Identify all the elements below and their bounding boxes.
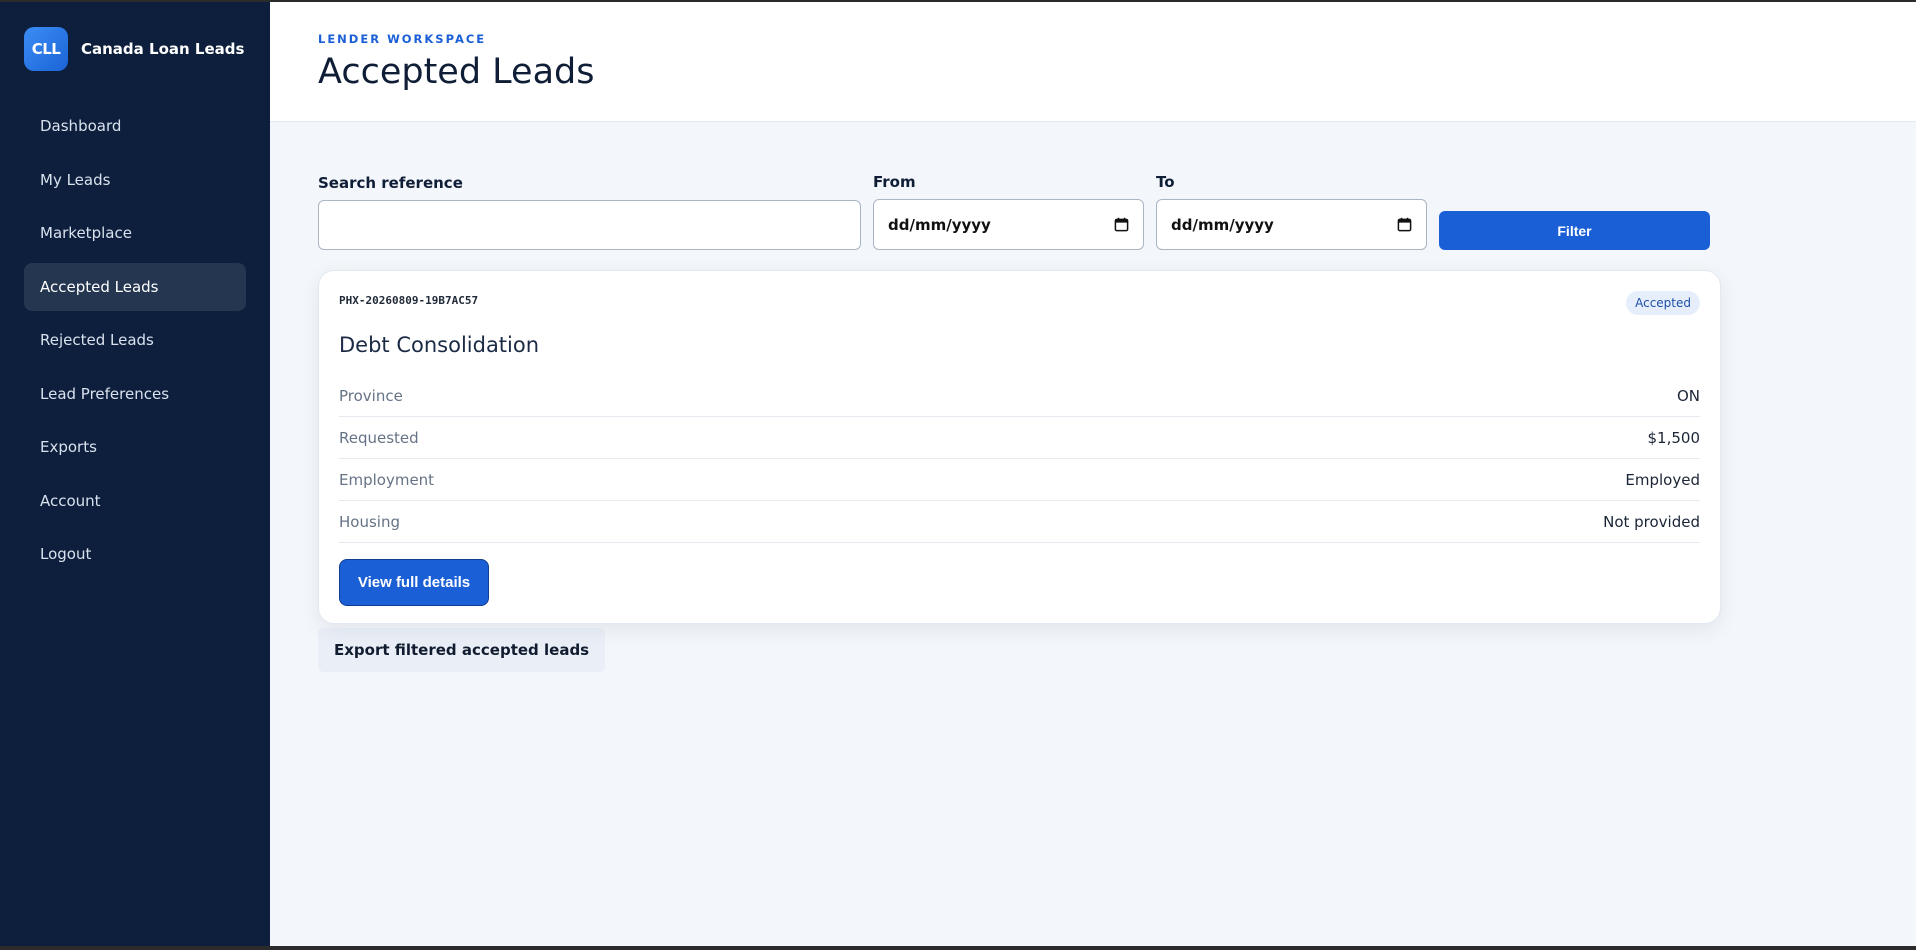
app-window: CLL Canada Loan Leads Dashboard My Leads…: [0, 2, 1916, 946]
filter-bar: Search reference From dd/mm/yyyy To dd/m…: [318, 170, 1916, 250]
brand-name: Canada Loan Leads: [81, 40, 245, 58]
page-header: LENDER WORKSPACE Accepted Leads: [270, 2, 1916, 122]
detail-key: Requested: [339, 428, 419, 447]
sidebar-item-logout[interactable]: Logout: [24, 530, 246, 578]
from-date-field: From dd/mm/yyyy: [873, 173, 1144, 250]
sidebar-item-my-leads[interactable]: My Leads: [24, 156, 246, 204]
detail-row-employment: Employment Employed: [339, 459, 1700, 501]
view-full-details-button[interactable]: View full details: [339, 559, 489, 606]
sidebar-nav: Dashboard My Leads Marketplace Accepted …: [24, 102, 246, 578]
sidebar-item-rejected-leads[interactable]: Rejected Leads: [24, 316, 246, 364]
lead-reference: PHX-20260809-19B7AC57: [339, 294, 479, 307]
detail-row-requested: Requested $1,500: [339, 417, 1700, 459]
search-label: Search reference: [318, 174, 463, 192]
calendar-icon[interactable]: [1114, 217, 1129, 232]
page-title: Accepted Leads: [318, 52, 595, 92]
export-accepted-leads-button[interactable]: Export filtered accepted leads: [318, 628, 606, 672]
sidebar: CLL Canada Loan Leads Dashboard My Leads…: [0, 2, 270, 946]
lead-card: PHX-20260809-19B7AC57 Accepted Debt Cons…: [318, 270, 1721, 624]
detail-row-province: Province ON: [339, 375, 1700, 417]
from-date-input[interactable]: dd/mm/yyyy: [873, 199, 1144, 250]
detail-key: Employment: [339, 470, 435, 489]
detail-value: Employed: [1625, 470, 1700, 489]
to-date-input[interactable]: dd/mm/yyyy: [1156, 199, 1427, 250]
sidebar-item-lead-preferences[interactable]: Lead Preferences: [24, 370, 246, 418]
search-input[interactable]: [318, 200, 861, 250]
from-label: From: [873, 173, 916, 191]
sidebar-item-marketplace[interactable]: Marketplace: [24, 209, 246, 257]
page-content: Search reference From dd/mm/yyyy To dd/m…: [270, 122, 1916, 946]
status-badge: Accepted: [1626, 291, 1700, 315]
detail-value: ON: [1676, 386, 1700, 405]
detail-row-housing: Housing Not provided: [339, 501, 1700, 543]
calendar-icon[interactable]: [1397, 217, 1412, 232]
main-area: LENDER WORKSPACE Accepted Leads Search r…: [270, 2, 1916, 946]
detail-value: Not provided: [1603, 512, 1700, 531]
filter-button[interactable]: Filter: [1439, 211, 1710, 250]
search-field: Search reference: [318, 174, 861, 250]
detail-value: $1,500: [1647, 428, 1701, 447]
sidebar-item-dashboard[interactable]: Dashboard: [24, 102, 246, 150]
sidebar-item-accepted-leads[interactable]: Accepted Leads: [24, 262, 246, 311]
to-date-field: To dd/mm/yyyy: [1156, 173, 1427, 250]
to-label: To: [1156, 173, 1175, 191]
detail-key: Province: [339, 386, 403, 405]
brand-logo: CLL: [24, 27, 68, 71]
to-date-value: dd/mm/yyyy: [1171, 215, 1274, 234]
lead-title: Debt Consolidation: [339, 333, 540, 357]
detail-key: Housing: [339, 512, 400, 531]
lead-details-list: Province ON Requested $1,500 Employment …: [339, 375, 1700, 543]
sidebar-item-exports[interactable]: Exports: [24, 423, 246, 471]
page-eyebrow: LENDER WORKSPACE: [318, 32, 487, 46]
from-date-value: dd/mm/yyyy: [888, 215, 991, 234]
sidebar-item-account[interactable]: Account: [24, 477, 246, 525]
brand[interactable]: CLL Canada Loan Leads: [24, 26, 246, 72]
